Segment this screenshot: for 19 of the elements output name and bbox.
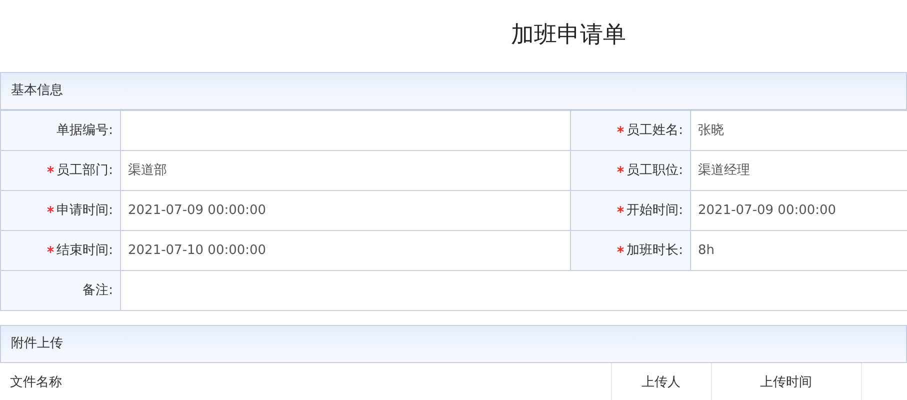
form-title: 加班申请单 xyxy=(510,21,627,50)
field-label: 备注: xyxy=(0,270,120,310)
field-label: 员工姓名: xyxy=(570,110,690,150)
column-header: 上传时间 xyxy=(711,363,861,400)
field-label: 员工职位: xyxy=(570,150,690,190)
column-header: 上传人 xyxy=(611,363,711,400)
field-label: 单据编号: xyxy=(0,110,120,150)
field-label: 开始时间: xyxy=(570,190,690,230)
column-header: 文件名称 xyxy=(0,363,611,400)
section-title: 附件上传 xyxy=(11,335,63,354)
field-label: 员工部门: xyxy=(0,150,120,190)
field-value: 2021-07-10 00:00:00 xyxy=(120,230,570,270)
field-label: 加班时长: xyxy=(570,230,690,270)
field-value: 2021-07-09 00:00:00 xyxy=(120,190,570,230)
field-value: 渠道部 xyxy=(120,150,570,190)
field-value: 张晓 xyxy=(690,110,907,150)
field-label: 结束时间: xyxy=(0,230,120,270)
section-title: 基本信息 xyxy=(11,82,63,100)
field-label: 申请时间: xyxy=(0,190,120,230)
